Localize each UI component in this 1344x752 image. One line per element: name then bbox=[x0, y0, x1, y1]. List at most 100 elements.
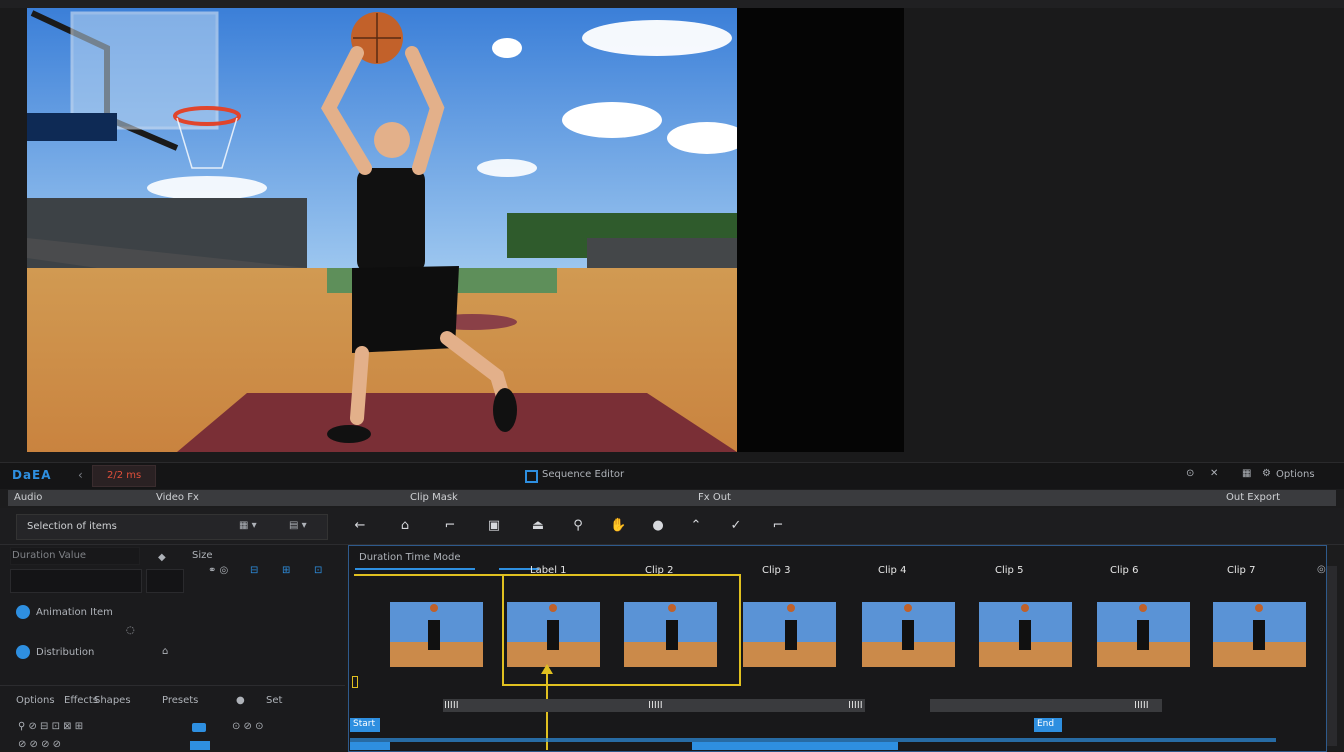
playhead-handle[interactable] bbox=[541, 664, 553, 674]
thumb-image bbox=[1213, 602, 1306, 667]
ripple-icon[interactable]: ⌐ bbox=[770, 518, 786, 534]
pin-icon[interactable]: ⚲ bbox=[570, 518, 586, 534]
presets-tab[interactable]: Presets bbox=[162, 695, 198, 706]
distribution-edit-icon[interactable]: ⌂ bbox=[162, 646, 168, 657]
clip-label: Clip 3 bbox=[762, 565, 791, 576]
edit-toolbar: Selection of items ▦ ▾ ▤ ▾ ← ⌂ ⌐ ▣ ⏏ ⚲ ✋… bbox=[0, 508, 1344, 545]
lock-icon[interactable]: ⊙ bbox=[1186, 468, 1194, 479]
value-input[interactable] bbox=[10, 569, 142, 593]
interp-active-indicator[interactable] bbox=[190, 741, 210, 750]
keyframe-icons[interactable]: ⚲ ⊘ ⊟ ⊡ ⊠ ⊞ bbox=[18, 721, 83, 732]
thumb-image bbox=[390, 602, 483, 667]
active-key-indicator[interactable] bbox=[192, 723, 206, 732]
ruler-audio-label: Audio bbox=[14, 492, 43, 503]
dot-icon: ● bbox=[236, 695, 245, 706]
start-badge[interactable]: Start bbox=[350, 718, 380, 732]
clip-label: Clip 6 bbox=[1110, 565, 1139, 576]
link-icon[interactable]: ⚭ ◎ bbox=[208, 565, 228, 576]
key-value-icons[interactable]: ⊙ ⊘ ⊙ bbox=[232, 721, 264, 732]
check-icon[interactable]: ✓ bbox=[728, 518, 744, 534]
list-view-icon[interactable]: ▤ ▾ bbox=[289, 520, 307, 531]
options-tab[interactable]: Options bbox=[16, 695, 55, 706]
clip-thumbnail[interactable] bbox=[862, 602, 955, 667]
selection-dropdown[interactable]: Selection of items ▦ ▾ ▤ ▾ bbox=[16, 514, 328, 540]
range-bar[interactable] bbox=[692, 742, 898, 750]
audio-clip-bar[interactable] bbox=[930, 699, 1162, 712]
start-badge-label: Start bbox=[353, 719, 375, 729]
distribution-radio[interactable] bbox=[16, 645, 30, 659]
preview-frame-image bbox=[27, 8, 737, 452]
clip-label: Clip 5 bbox=[995, 565, 1024, 576]
transform-icon[interactable]: ⊡ bbox=[314, 565, 322, 576]
clip-thumbnail[interactable] bbox=[1213, 602, 1306, 667]
selection-dropdown-label: Selection of items bbox=[27, 521, 117, 532]
timecode-box[interactable]: 2/2 ms bbox=[92, 465, 156, 487]
ruler-export-label: Out Export bbox=[1226, 492, 1281, 503]
timeline-track-title: Duration Time Mode bbox=[359, 552, 461, 563]
clip-thumbnail[interactable] bbox=[1097, 602, 1190, 667]
thumb-image bbox=[979, 602, 1072, 667]
ruler-fx-label: Fx Out bbox=[698, 492, 731, 503]
animation-item-label: Animation Item bbox=[36, 607, 113, 618]
clip-thumbnail[interactable] bbox=[979, 602, 1072, 667]
range-bar-start[interactable] bbox=[350, 742, 390, 750]
transport-bar: DaEA ‹ 2/2 ms Sequence Editor ⊙ ✕ ▦ ⚙ Op… bbox=[0, 462, 1344, 489]
bar-tag: IIIII bbox=[848, 700, 863, 711]
marker-icon[interactable]: ● bbox=[650, 518, 666, 534]
settings-icon[interactable]: ⚙ bbox=[1262, 468, 1271, 479]
vertical-scrollbar[interactable] bbox=[1327, 566, 1337, 746]
video-preview bbox=[27, 8, 737, 452]
bar-tag: IIIII bbox=[444, 700, 459, 711]
set-tab[interactable]: Set bbox=[266, 695, 282, 706]
align-icon[interactable]: ⊟ bbox=[250, 565, 258, 576]
monitor-icon[interactable] bbox=[525, 470, 538, 483]
in-point-line bbox=[354, 574, 504, 576]
ruler-video-label: Video Fx bbox=[156, 492, 199, 503]
distribution-label: Distribution bbox=[36, 647, 95, 658]
ruler-clip-label: Clip Mask bbox=[410, 492, 458, 503]
end-badge-label: End bbox=[1037, 719, 1055, 729]
hand-icon[interactable]: ✋ bbox=[610, 518, 626, 534]
track-progress bbox=[355, 568, 475, 570]
in-marker[interactable] bbox=[352, 676, 358, 688]
save-icon[interactable]: ▣ bbox=[486, 518, 502, 534]
zoom-icon[interactable]: ◎ bbox=[1317, 564, 1326, 575]
preview-letterbox bbox=[737, 8, 904, 452]
interp-icons[interactable]: ⊘ ⊘ ⊘ ⊘ bbox=[18, 739, 61, 750]
clip-label: Clip 4 bbox=[878, 565, 907, 576]
inspector-panel: Duration Value Size ◆ ⚭ ◎ ⊟ ⊞ ⊡ Animatio… bbox=[0, 545, 345, 750]
clip-label: Clip 7 bbox=[1227, 565, 1256, 576]
options-label[interactable]: Options bbox=[1276, 469, 1315, 480]
stamp-icon[interactable]: ⏏ bbox=[530, 518, 546, 534]
value-unit-input[interactable] bbox=[146, 569, 184, 593]
app-logo: DaEA bbox=[12, 468, 52, 482]
thumb-image bbox=[862, 602, 955, 667]
blade-icon[interactable]: ⌐ bbox=[442, 518, 458, 534]
clip-selection[interactable] bbox=[502, 574, 741, 686]
sequence-title: Sequence Editor bbox=[542, 469, 625, 480]
clip-thumbnail[interactable] bbox=[390, 602, 483, 667]
end-badge[interactable]: End bbox=[1034, 718, 1062, 732]
nav-back-icon[interactable]: ‹ bbox=[78, 468, 83, 482]
timecode-value: 2/2 ms bbox=[107, 470, 142, 481]
select-icon[interactable]: ⌂ bbox=[397, 518, 413, 534]
panel-divider bbox=[0, 685, 345, 686]
grid-view-icon[interactable]: ▦ ▾ bbox=[239, 520, 257, 531]
bar-tag: IIIII bbox=[648, 700, 663, 711]
animation-item-lock-icon[interactable]: ◌ bbox=[126, 625, 135, 636]
effects-tab[interactable]: Effects bbox=[64, 695, 98, 706]
timeline-ruler[interactable]: Audio Video Fx Clip Mask Fx Out Out Expo… bbox=[8, 490, 1336, 506]
thumb-image bbox=[1097, 602, 1190, 667]
shapes-tab[interactable]: Shapes bbox=[94, 695, 131, 706]
close-icon[interactable]: ✕ bbox=[1210, 468, 1218, 479]
duration-field[interactable] bbox=[10, 547, 140, 565]
pen-icon[interactable]: ⌃ bbox=[688, 518, 704, 534]
animation-item-radio[interactable] bbox=[16, 605, 30, 619]
thumb-image bbox=[743, 602, 836, 667]
grid-icon[interactable]: ▦ bbox=[1242, 468, 1251, 479]
arrow-left-icon[interactable]: ← bbox=[352, 518, 368, 534]
inspector-size-label: Size bbox=[192, 550, 213, 561]
duration-arrow-icon[interactable]: ◆ bbox=[158, 552, 166, 563]
clip-thumbnail[interactable] bbox=[743, 602, 836, 667]
distribute-icon[interactable]: ⊞ bbox=[282, 565, 290, 576]
